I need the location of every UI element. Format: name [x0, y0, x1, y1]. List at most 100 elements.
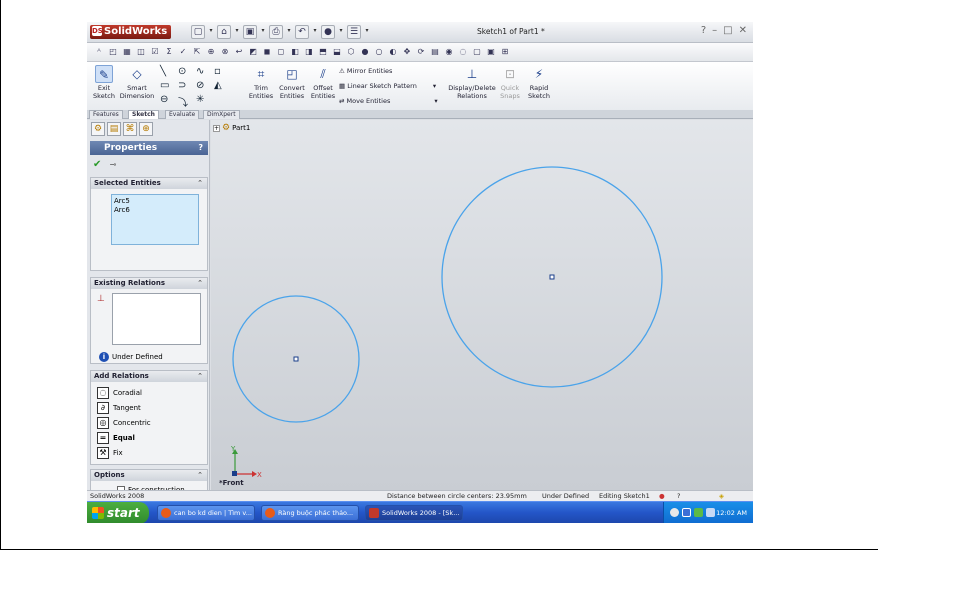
group-header[interactable]: Existing Relations ⌃	[91, 278, 207, 289]
zoom-area-icon[interactable]: ⊗	[219, 46, 231, 58]
view-left-icon[interactable]: ◧	[289, 46, 301, 58]
exit-sketch-button[interactable]: ✎ Exit Sketch	[91, 65, 117, 100]
scene-icon[interactable]: ◌	[457, 46, 469, 58]
quick-snaps-button[interactable]: ⊡ Quick Snaps	[499, 65, 521, 100]
trim-entities-button[interactable]: ⌗ Trim Entities	[247, 65, 275, 100]
chevron-down-icon[interactable]: ▾	[208, 25, 214, 39]
table-icon[interactable]: ▦	[121, 46, 133, 58]
arc6-center-point[interactable]	[549, 274, 555, 280]
spline-icon[interactable]: ∿	[196, 66, 214, 80]
arc-icon[interactable]: ⊃	[178, 80, 196, 94]
mirror-entities-button[interactable]: ⚠ Mirror Entities	[339, 66, 392, 76]
minimize-button[interactable]: –	[712, 25, 717, 36]
tab-evaluate[interactable]: Evaluate	[165, 110, 200, 119]
offset-entities-button[interactable]: ⫽ Offset Entities	[309, 65, 337, 100]
back-arrow-icon[interactable]	[670, 508, 679, 517]
line-icon[interactable]: ╲	[160, 66, 178, 80]
relation-coradial[interactable]: ◌ Coradial	[97, 387, 142, 399]
fillet-icon[interactable]: ◭	[214, 80, 232, 94]
view-front-icon[interactable]: ◼	[261, 46, 273, 58]
start-button[interactable]: start	[87, 502, 149, 523]
rebuild-icon[interactable]: ●	[321, 25, 335, 39]
relation-fix[interactable]: ⚒ Fix	[97, 447, 123, 459]
linear-sketch-pattern-button[interactable]: ▦ Linear Sketch Pattern ▾	[339, 81, 436, 91]
rotate-icon[interactable]: ⟳	[415, 46, 427, 58]
help-icon[interactable]: ?	[198, 141, 203, 155]
list-item[interactable]: Arc6	[114, 206, 196, 215]
note-icon[interactable]: ◈	[719, 491, 724, 501]
chevron-down-icon[interactable]: ▾	[234, 25, 240, 39]
polygon-icon[interactable]: ⊖	[160, 94, 178, 108]
chevron-down-icon[interactable]: ▾	[434, 97, 437, 105]
shaded-icon[interactable]: ●	[359, 46, 371, 58]
new-document-icon[interactable]: ▢	[191, 25, 205, 39]
ellipse-icon[interactable]: ⊘	[196, 80, 214, 94]
group-header[interactable]: Options ⌃	[91, 470, 207, 481]
feature-tree-icon[interactable]: ⚙	[91, 122, 105, 136]
taskbar-item-browser-2[interactable]: Ràng buộc phác thảo...	[261, 505, 359, 521]
arc5-center-point[interactable]	[293, 356, 299, 362]
pan-icon[interactable]: ✥	[401, 46, 413, 58]
restore-button[interactable]: □	[723, 25, 732, 36]
help-button[interactable]: ?	[701, 25, 706, 36]
selected-entities-list[interactable]: Arc5 Arc6	[111, 194, 199, 245]
graphics-area[interactable]: + ⚙ Part1 Y X *Front	[211, 120, 753, 490]
group-header[interactable]: Selected Entities ⌃	[91, 178, 207, 189]
rapid-sketch-button[interactable]: ⚡ Rapid Sketch	[525, 65, 553, 100]
clock[interactable]: 12:02 AM	[716, 509, 747, 517]
select-icon[interactable]: ⇱	[191, 46, 203, 58]
display-style-icon[interactable]: ▤	[429, 46, 441, 58]
security-icon[interactable]	[706, 508, 715, 517]
previous-view-icon[interactable]: ↩	[233, 46, 245, 58]
undo-icon[interactable]: ↶	[295, 25, 309, 39]
existing-relations-list[interactable]	[112, 293, 201, 345]
chevron-down-icon[interactable]: ▾	[338, 25, 344, 39]
smart-dimension-button[interactable]: ◇ Smart Dimension	[119, 65, 155, 100]
section-view-icon[interactable]: ◩	[247, 46, 259, 58]
tab-features[interactable]: Features	[89, 110, 123, 119]
text-icon[interactable]: ▫	[214, 66, 232, 80]
mass-properties-icon[interactable]: ◫	[135, 46, 147, 58]
view-bottom-icon[interactable]: ⬓	[331, 46, 343, 58]
taskbar-item-solidworks[interactable]: SolidWorks 2008 - [Sk...	[365, 505, 463, 521]
display-delete-relations-button[interactable]: ⊥ Display/Delete Relations	[447, 65, 497, 100]
circle-icon[interactable]: ⊙	[178, 66, 196, 80]
list-item[interactable]: Arc5	[114, 197, 196, 206]
view-orientation-icon[interactable]: ▢	[471, 46, 483, 58]
rebuild-icon[interactable]: ●	[659, 491, 665, 501]
convert-entities-button[interactable]: ◰ Convert Entities	[277, 65, 307, 100]
view-right-icon[interactable]: ◨	[303, 46, 315, 58]
chevron-down-icon[interactable]: ▾	[433, 82, 436, 90]
measure-icon[interactable]: ◰	[107, 46, 119, 58]
relation-concentric[interactable]: ◎ Concentric	[97, 417, 151, 429]
collapse-icon[interactable]: ⌃	[197, 371, 203, 382]
spell-check-icon[interactable]: ᴬ	[93, 46, 105, 58]
view-back-icon[interactable]: ◻	[275, 46, 287, 58]
relation-tangent[interactable]: ∂ Tangent	[97, 402, 141, 414]
plane-icon[interactable]	[214, 94, 232, 108]
volume-icon[interactable]	[694, 508, 703, 517]
options-icon[interactable]: ☰	[347, 25, 361, 39]
rectangle-icon[interactable]: ▭	[160, 80, 178, 94]
collapse-icon[interactable]: ⌃	[197, 178, 203, 189]
relation-equal[interactable]: = Equal	[97, 432, 135, 444]
appearance-icon[interactable]: ◉	[443, 46, 455, 58]
tab-sketch[interactable]: Sketch	[128, 110, 159, 119]
normal-to-icon[interactable]: ⊞	[499, 46, 511, 58]
network-icon[interactable]	[682, 508, 691, 517]
configuration-icon[interactable]: ⌘	[123, 122, 137, 136]
close-button[interactable]: ✕	[739, 25, 747, 36]
collapse-icon[interactable]: ⌃	[197, 470, 203, 481]
standard-views-icon[interactable]: ▣	[485, 46, 497, 58]
point-icon[interactable]: ✳	[196, 94, 214, 108]
rebuild-check-icon[interactable]: ✓	[177, 46, 189, 58]
equations-icon[interactable]: Σ	[163, 46, 175, 58]
dimxpert-icon[interactable]: ⊕	[139, 122, 153, 136]
open-folder-icon[interactable]: ⌂	[217, 25, 231, 39]
hidden-lines-icon[interactable]: ◐	[387, 46, 399, 58]
save-icon[interactable]: ▣	[243, 25, 257, 39]
chevron-down-icon[interactable]: ▾	[286, 25, 292, 39]
chevron-down-icon[interactable]: ▾	[312, 25, 318, 39]
chevron-down-icon[interactable]: ▾	[364, 25, 370, 39]
centerline-icon[interactable]: ⤵	[178, 94, 196, 109]
